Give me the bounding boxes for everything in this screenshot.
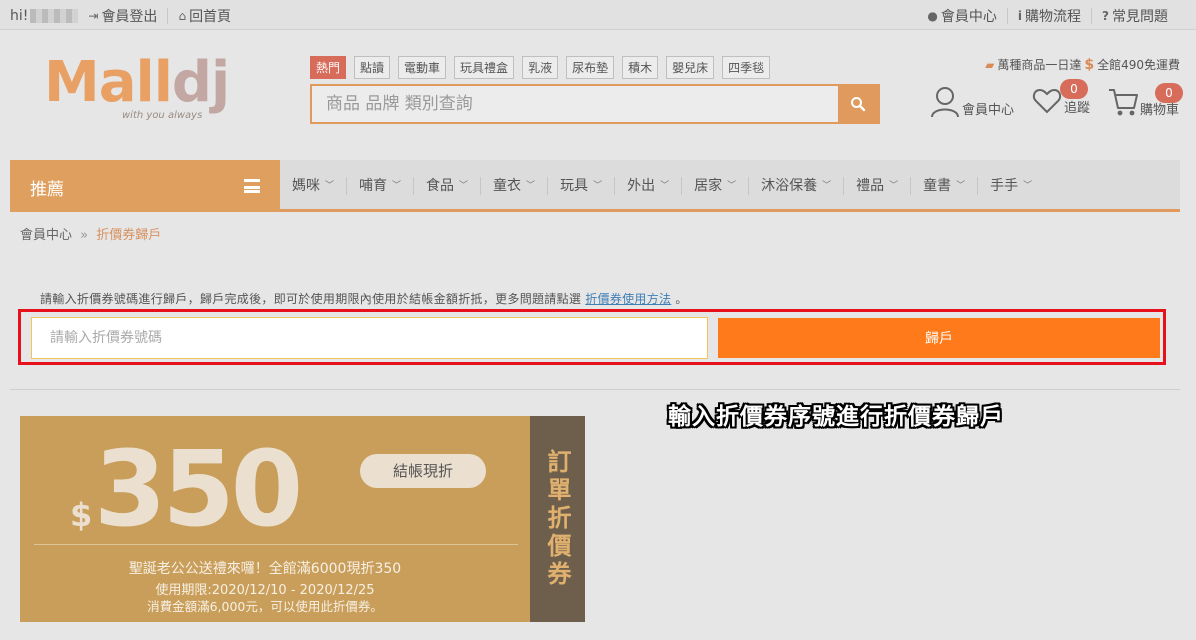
chevron-down-icon: ﹀ — [660, 181, 670, 191]
logo-tagline: with you always — [122, 110, 203, 121]
chevron-down-icon: ﹀ — [593, 181, 603, 191]
dollar-icon: $ — [1084, 56, 1095, 73]
member-center-link[interactable]: ● 會員中心 — [927, 6, 996, 26]
nav-category[interactable]: 外出 ﹀ — [615, 177, 683, 195]
chevron-down-icon: ﹀ — [727, 181, 737, 191]
hot-tags: 熱門 點讀 電動車 玩具禮盒 乳液 尿布墊 積木 嬰兒床 四季毯 — [310, 56, 771, 79]
chevron-down-icon: ﹀ — [459, 181, 469, 191]
search-bar — [310, 84, 880, 124]
coupon-howto-link[interactable]: 折價券使用方法 — [585, 292, 671, 306]
coupon-stub: 訂單折價券 — [530, 416, 585, 622]
shopping-flow-label: 購物流程 — [1025, 9, 1082, 25]
hot-tag[interactable]: 點讀 — [354, 56, 391, 79]
coupon-title: 聖誕老公公送禮來囉！全館滿6000現折350 — [128, 561, 402, 577]
coupon-divider — [34, 544, 518, 545]
logo-wordmark: Malldj — [44, 50, 230, 115]
site-logo[interactable]: Malldj with you always — [44, 50, 244, 128]
greeting-text: hi! — [10, 8, 29, 24]
member-center-label: 會員中心 — [940, 9, 997, 25]
chevron-down-icon: ﹀ — [889, 181, 899, 191]
nav-category[interactable]: 媽咪 ﹀ — [280, 177, 348, 195]
header-icons: 會員中心 追蹤 0 購物車 0 — [930, 79, 1190, 124]
shipping-promo: ▰ 萬種商品一日達 $ 全館490免運費 — [985, 56, 1180, 73]
nav-category[interactable]: 食品 ﹀ — [414, 177, 482, 195]
search-icon — [851, 97, 866, 112]
home-link[interactable]: ⌂ 回首頁 — [178, 6, 231, 26]
hot-tag[interactable]: 四季毯 — [722, 56, 771, 79]
hot-tag[interactable]: 玩具禮盒 — [454, 56, 515, 79]
home-icon: ⌂ — [178, 9, 187, 23]
faq-link[interactable]: ? 常見問題 — [1102, 6, 1168, 26]
nav-category[interactable]: 童書 ﹀ — [911, 177, 979, 195]
coupon-code-input[interactable] — [31, 317, 708, 359]
coupon-amount: 350 — [94, 428, 303, 550]
coupon-instructions: 請輸入折價券號碼進行歸戶，歸戶完成後，即可於使用期限內使用於結帳金額折抵，更多問… — [40, 292, 688, 306]
info-icon: i — [1017, 9, 1023, 23]
cart-count-badge: 0 — [1155, 83, 1183, 103]
hot-tag[interactable]: 乳液 — [522, 56, 559, 79]
track-count-badge: 0 — [1060, 79, 1088, 99]
breadcrumb-current: 折價券歸戶 — [96, 228, 162, 243]
track-text: 追蹤 — [1064, 101, 1091, 116]
cart-icon — [1109, 89, 1138, 116]
chevron-down-icon: ﹀ — [526, 181, 536, 191]
search-button[interactable] — [838, 86, 878, 122]
coupon-currency: $ — [70, 496, 93, 534]
truck-icon: ▰ — [985, 57, 995, 72]
nav-category[interactable]: 手手 ﹀ — [978, 177, 1044, 195]
logout-label: 會員登出 — [101, 9, 158, 25]
user-icon: ● — [927, 9, 938, 23]
divider — [1091, 8, 1093, 24]
breadcrumb: 會員中心 » 折價券歸戶 — [20, 224, 161, 243]
chevron-down-icon: ﹀ — [325, 181, 335, 191]
annotation-callout: 輸入折價券序號進行折價券歸戶 — [668, 404, 1004, 430]
promo-text-1: 萬種商品一日達 — [997, 58, 1082, 72]
divider — [167, 8, 169, 24]
nav-category[interactable]: 玩具 ﹀ — [548, 177, 616, 195]
member-center-text: 會員中心 — [962, 103, 1015, 118]
sign-out-icon: ⇥ — [88, 9, 99, 23]
main-nav: 推薦 媽咪 ﹀ 哺育 ﹀ 食品 ﹀ 童衣 ﹀ 玩具 ﹀ 外出 ﹀ 居家 ﹀ 沐浴保養 ﹀ 禮品 ﹀… — [10, 160, 1180, 212]
category-list: 媽咪 ﹀ 哺育 ﹀ 食品 ﹀ 童衣 ﹀ 玩具 ﹀ 外出 ﹀ 居家 ﹀ 沐浴保養 ﹀ 禮品 ﹀ 童書… — [280, 160, 1044, 212]
hot-tag-label[interactable]: 熱門 — [310, 56, 347, 79]
recommend-menu[interactable]: 推薦 — [10, 160, 280, 212]
coupon-card: $ 350 結帳現折 聖誕老公公送禮來囉！全館滿6000現折350 使用期限:2… — [20, 416, 530, 622]
top-bar: hi! ⇥ 會員登出 ⌂ 回首頁 ● 會員中心 i 購物流程 ? 常見問題 — [0, 0, 1196, 30]
nav-category[interactable]: 童衣 ﹀ — [481, 177, 549, 195]
question-icon: ? — [1102, 9, 1109, 23]
hot-tag[interactable]: 嬰兒床 — [666, 56, 715, 79]
breadcrumb-separator: » — [80, 228, 89, 243]
recommend-label: 推薦 — [30, 180, 64, 200]
hot-tag[interactable]: 電動車 — [398, 56, 447, 79]
hamburger-icon — [244, 179, 260, 193]
nav-category[interactable]: 沐浴保養 ﹀ — [749, 177, 845, 195]
promo-text-2: 全館490免運費 — [1097, 58, 1180, 72]
chevron-down-icon: ﹀ — [1023, 181, 1033, 191]
heart-icon — [1032, 88, 1062, 114]
coupon-condition: 消費金額滿6,000元，可以使用此折價券。 — [147, 599, 383, 614]
redeem-button[interactable]: 歸戶 — [718, 318, 1160, 358]
divider — [10, 389, 1180, 390]
chevron-down-icon: ﹀ — [392, 181, 402, 191]
chevron-down-icon: ﹀ — [956, 181, 966, 191]
home-label: 回首頁 — [189, 9, 232, 25]
breadcrumb-parent[interactable]: 會員中心 — [20, 228, 72, 243]
faq-label: 常見問題 — [1112, 9, 1168, 25]
chevron-down-icon: ﹀ — [822, 181, 832, 191]
coupon-type-badge: 結帳現折 — [360, 454, 486, 488]
user-icon — [931, 87, 959, 118]
nav-category[interactable]: 禮品 ﹀ — [844, 177, 912, 195]
shopping-flow-link[interactable]: i 購物流程 — [1018, 6, 1081, 26]
coupon-stub-label: 訂單折價券 — [543, 449, 571, 589]
username-blurred — [30, 9, 79, 23]
member-center-button[interactable]: 會員中心 — [930, 86, 1014, 118]
divider — [1006, 8, 1008, 24]
nav-category[interactable]: 哺育 ﹀ — [347, 177, 415, 195]
hot-tag[interactable]: 積木 — [622, 56, 659, 79]
search-input[interactable] — [312, 86, 838, 122]
logout-link[interactable]: ⇥ 會員登出 — [88, 6, 157, 26]
hot-tag[interactable]: 尿布墊 — [566, 56, 615, 79]
nav-category[interactable]: 居家 ﹀ — [682, 177, 750, 195]
